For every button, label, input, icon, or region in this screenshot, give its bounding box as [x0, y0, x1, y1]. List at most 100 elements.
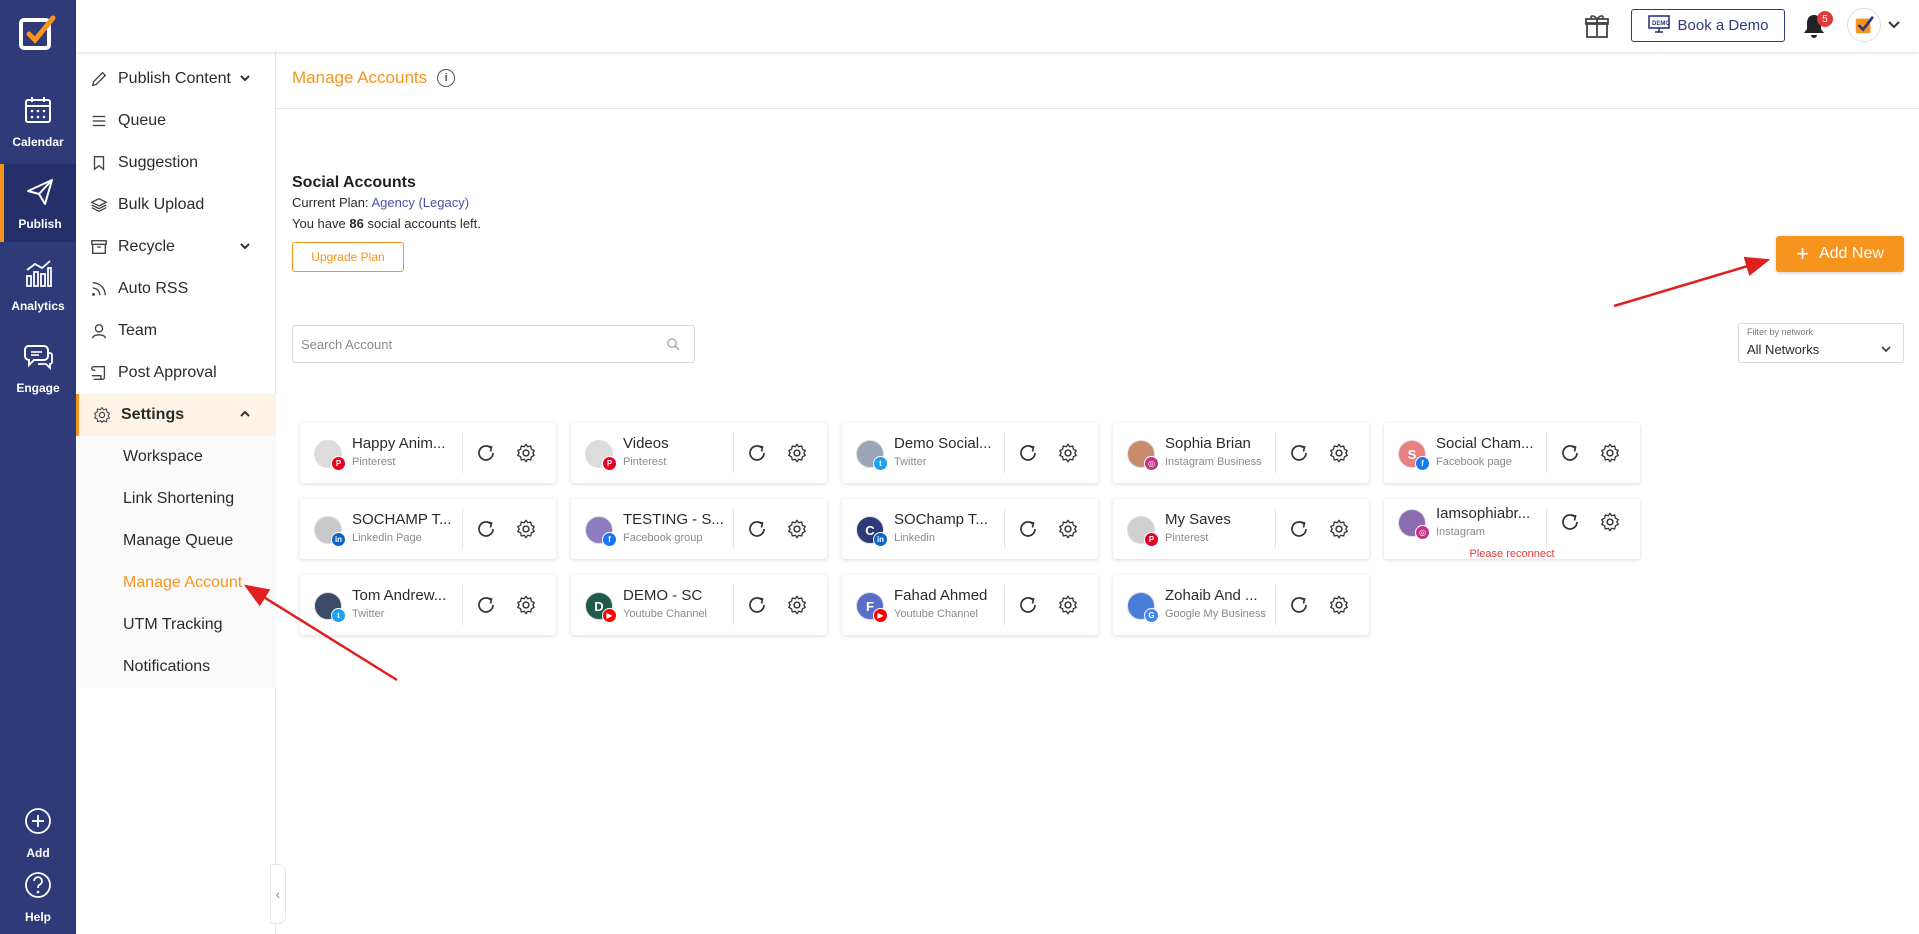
account-name: DEMO - SC [623, 587, 703, 604]
account-card[interactable]: P My Saves Pinterest [1113, 499, 1369, 559]
nav-item-queue[interactable]: Queue [76, 100, 276, 142]
account-card[interactable]: ◎ Sophia Brian Instagram Business [1113, 423, 1369, 483]
nav-item-settings[interactable]: Settings [76, 394, 276, 436]
plus-circle-icon [22, 805, 54, 842]
account-type: Facebook group [623, 532, 703, 544]
gear-icon[interactable] [1328, 442, 1350, 464]
account-card[interactable]: f TESTING - S... Facebook group [571, 499, 827, 559]
account-type: Linkedin [894, 532, 935, 544]
linkedin-icon: in [331, 532, 346, 547]
gear-icon[interactable] [1057, 518, 1079, 540]
gear-icon[interactable] [1328, 594, 1350, 616]
chevron-down-icon[interactable] [1887, 18, 1901, 32]
rail-item-help[interactable]: Help [0, 864, 76, 928]
refresh-icon[interactable] [475, 442, 497, 464]
account-card[interactable]: D ▶ DEMO - SC Youtube Channel [571, 575, 827, 635]
nav-item-recycle[interactable]: Recycle [76, 226, 276, 268]
app-logo[interactable] [19, 14, 57, 52]
account-card[interactable]: F ▶ Fahad Ahmed Youtube Channel [842, 575, 1098, 635]
refresh-icon[interactable] [1017, 594, 1039, 616]
rail-item-engage[interactable]: Engage [0, 328, 76, 406]
divider [1546, 509, 1547, 549]
nav-item-suggestion[interactable]: Suggestion [76, 142, 276, 184]
refresh-icon[interactable] [1288, 518, 1310, 540]
refresh-icon[interactable] [475, 594, 497, 616]
refresh-icon[interactable] [1288, 442, 1310, 464]
account-card[interactable]: ◎ Iamsophiabr... Instagram Please reconnect [1384, 499, 1640, 560]
calendar-icon [22, 94, 54, 131]
account-avatar: Sf [1398, 440, 1430, 471]
gear-icon[interactable] [1599, 511, 1621, 533]
reconnect-warning[interactable]: Please reconnect [1384, 548, 1640, 560]
account-card[interactable]: Sf Social Cham... Facebook page [1384, 423, 1640, 483]
nav-item-bulk-upload[interactable]: Bulk Upload [76, 184, 276, 226]
account-type: Youtube Channel [894, 608, 979, 620]
nav-item-post-approval[interactable]: Post Approval [76, 352, 276, 394]
refresh-icon[interactable] [1017, 442, 1039, 464]
rail-item-calendar[interactable]: Calendar [0, 82, 76, 160]
plus-icon: + [1796, 241, 1809, 266]
gear-icon[interactable] [1599, 442, 1621, 464]
sub-item-utm-tracking[interactable]: UTM Tracking [76, 604, 276, 646]
info-icon[interactable]: i [437, 69, 456, 87]
gear-icon[interactable] [786, 442, 808, 464]
rail-item-analytics[interactable]: Analytics [0, 246, 76, 324]
refresh-icon[interactable] [475, 518, 497, 540]
refresh-icon[interactable] [1017, 518, 1039, 540]
network-filter-select[interactable]: Filter by network All Networks [1738, 323, 1904, 363]
refresh-icon[interactable] [746, 442, 768, 464]
rail-item-publish[interactable]: Publish [0, 164, 76, 242]
gear-icon[interactable] [1328, 518, 1350, 540]
add-new-button[interactable]: + Add New [1776, 236, 1904, 272]
account-card[interactable]: in SOCHAMP T... Linkedin Page [300, 499, 556, 559]
user-avatar[interactable] [1847, 8, 1881, 42]
gear-icon[interactable] [1057, 442, 1079, 464]
account-card[interactable]: P Videos Pinterest [571, 423, 827, 483]
gear-icon[interactable] [515, 442, 537, 464]
account-card[interactable]: t Tom Andrew... Twitter [300, 575, 556, 635]
account-type: Instagram [1436, 526, 1485, 538]
rail-item-add[interactable]: Add [0, 800, 76, 864]
gear-icon[interactable] [1057, 594, 1079, 616]
layers-icon [88, 194, 110, 216]
gift-icon[interactable] [1583, 12, 1611, 40]
divider [462, 509, 463, 549]
book-demo-button[interactable]: DEMO Book a Demo [1631, 9, 1785, 42]
nav-item-team[interactable]: Team [76, 310, 276, 352]
upgrade-plan-button[interactable]: Upgrade Plan [292, 242, 404, 272]
google-icon: G [1144, 608, 1159, 623]
account-name: SOChamp T... [894, 511, 988, 528]
divider [1004, 433, 1005, 473]
sub-item-manage-queue[interactable]: Manage Queue [76, 520, 276, 562]
account-type: Twitter [352, 608, 385, 620]
account-type: Linkedin Page [352, 532, 422, 544]
sub-item-link-shortening[interactable]: Link Shortening [76, 478, 276, 520]
refresh-icon[interactable] [1559, 442, 1581, 464]
sub-item-workspace[interactable]: Workspace [76, 436, 276, 478]
account-card[interactable]: t Demo Social... Twitter [842, 423, 1098, 483]
divider [1275, 509, 1276, 549]
collapse-sidebar-button[interactable]: ‹ [270, 864, 286, 924]
refresh-icon[interactable] [1559, 511, 1581, 533]
account-card[interactable]: Cin SOChamp T... Linkedin [842, 499, 1098, 559]
search-input[interactable] [293, 326, 653, 362]
refresh-icon[interactable] [1288, 594, 1310, 616]
gear-icon[interactable] [515, 518, 537, 540]
account-card[interactable]: P Happy Anim... Pinterest [300, 423, 556, 483]
left-rail: Calendar Publish Analytics Engage Add He… [0, 0, 76, 934]
sub-item-manage-account[interactable]: Manage Account [76, 562, 276, 604]
search-icon[interactable] [666, 337, 680, 351]
plan-name: Agency (Legacy) [371, 195, 470, 210]
gear-icon[interactable] [786, 594, 808, 616]
nav-item-auto-rss[interactable]: Auto RSS [76, 268, 276, 310]
sub-item-notifications[interactable]: Notifications [76, 646, 276, 688]
refresh-icon[interactable] [746, 594, 768, 616]
nav-item-publish-content[interactable]: Publish Content [76, 58, 276, 100]
nav-label: Suggestion [118, 154, 199, 171]
account-avatar: t [856, 440, 888, 471]
gear-icon[interactable] [786, 518, 808, 540]
gear-icon[interactable] [515, 594, 537, 616]
account-card[interactable]: G Zohaib And ... Google My Business [1113, 575, 1369, 635]
refresh-icon[interactable] [746, 518, 768, 540]
bookmark-icon [88, 152, 110, 174]
